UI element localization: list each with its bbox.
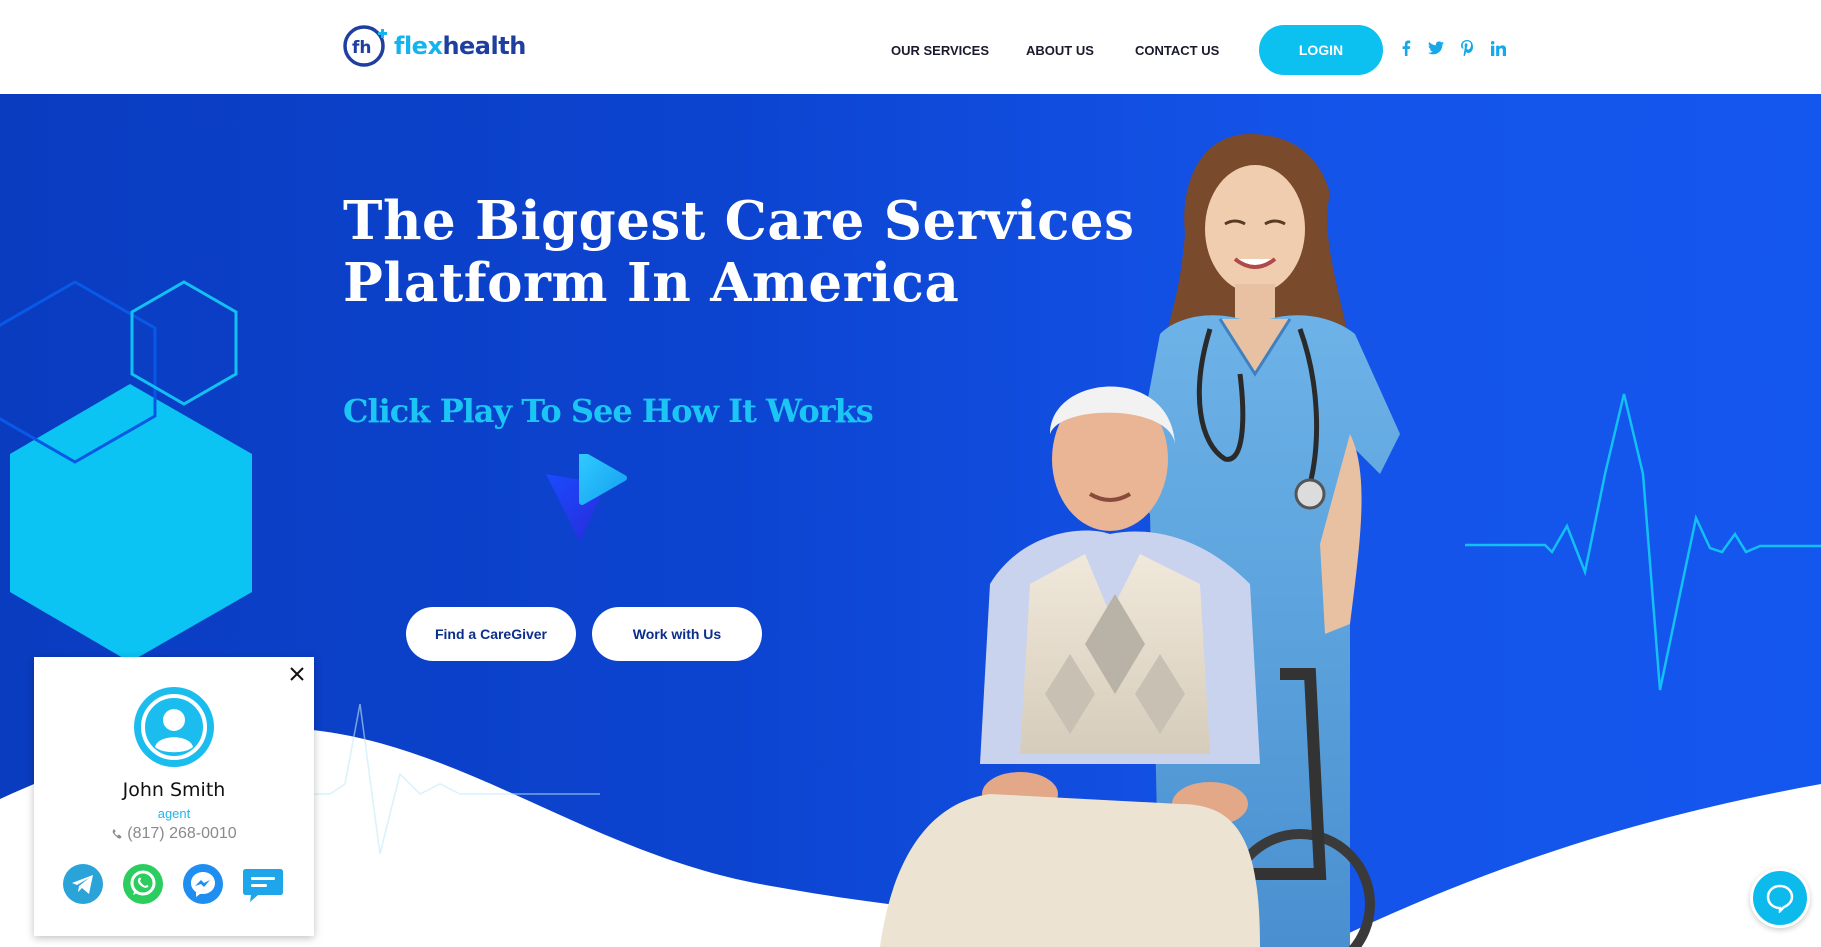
logo-text: flexhealth: [394, 32, 526, 60]
outline-hexagon-shape-small: [130, 280, 238, 406]
linkedin-icon[interactable]: [1488, 38, 1508, 58]
agent-name: John Smith: [122, 779, 226, 801]
find-caregiver-button[interactable]: Find a CareGiver: [406, 607, 576, 661]
work-with-us-button[interactable]: Work with Us: [592, 607, 762, 661]
play-icon[interactable]: [542, 454, 628, 544]
agent-phone-number: (817) 268-0010: [127, 825, 237, 842]
facebook-icon[interactable]: [1396, 38, 1416, 58]
twitter-icon[interactable]: [1426, 38, 1446, 58]
nav-our-services[interactable]: OUR SERVICES: [891, 43, 989, 58]
phone-icon: [112, 828, 122, 839]
chat-bubble-button[interactable]: [1750, 868, 1810, 928]
contact-card: John Smith agent (817) 268-0010: [34, 657, 314, 936]
agent-role: agent: [157, 806, 191, 821]
telegram-icon[interactable]: [62, 863, 104, 905]
login-button[interactable]: LOGIN: [1259, 25, 1383, 75]
filled-hexagon-shape: [10, 384, 252, 662]
hero-subhead: Click Play To See How It Works: [343, 392, 874, 430]
sms-icon[interactable]: [242, 863, 284, 905]
pinterest-icon[interactable]: [1457, 38, 1477, 58]
headline-line-2: Platform In America: [343, 252, 960, 314]
messenger-icon[interactable]: [182, 863, 224, 905]
whatsapp-icon[interactable]: [122, 863, 164, 905]
logo-mark-icon: fh: [343, 25, 387, 67]
nurse-and-patient-photo: [880, 134, 1400, 947]
avatar: [134, 687, 214, 767]
close-icon[interactable]: [288, 665, 306, 683]
nav-contact-us[interactable]: CONTACT US: [1135, 43, 1219, 58]
agent-phone[interactable]: (817) 268-0010: [34, 825, 314, 843]
logo[interactable]: fh flexhealth: [342, 22, 526, 70]
nav-about-us[interactable]: ABOUT US: [1026, 43, 1094, 58]
site-header: fh flexhealth OUR SERVICES ABOUT US CONT…: [0, 0, 1821, 94]
chat-icon: [1766, 884, 1794, 913]
svg-text:fh: fh: [352, 38, 372, 58]
